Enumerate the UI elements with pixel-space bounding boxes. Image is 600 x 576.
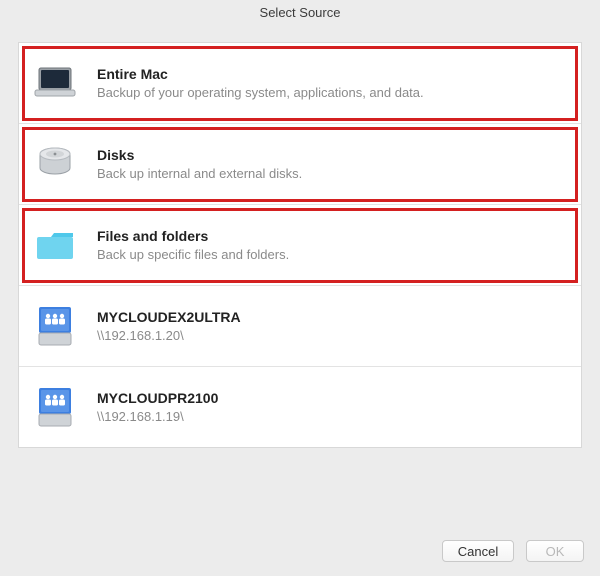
source-option-files-folders[interactable]: Files and folders Back up specific files … [19, 205, 581, 286]
source-option-subtitle: \\192.168.1.19\ [97, 409, 567, 424]
source-option-text: Files and folders Back up specific files … [97, 228, 567, 262]
cancel-button[interactable]: Cancel [442, 540, 514, 562]
source-option-title: MYCLOUDPR2100 [97, 390, 567, 406]
source-option-subtitle: Backup of your operating system, applica… [97, 85, 567, 100]
source-option-entire-mac[interactable]: Entire Mac Backup of your operating syste… [19, 43, 581, 124]
source-option-share-mycloudex2ultra[interactable]: MYCLOUDEX2ULTRA \\192.168.1.20\ [19, 286, 581, 367]
source-option-title: Files and folders [97, 228, 567, 244]
dialog-footer: Cancel OK [442, 540, 584, 562]
harddrive-icon [33, 142, 77, 186]
source-option-text: MYCLOUDPR2100 \\192.168.1.19\ [97, 390, 567, 424]
source-option-text: Entire Mac Backup of your operating syste… [97, 66, 567, 100]
source-option-text: Disks Back up internal and external disks… [97, 147, 567, 181]
source-option-share-mycloudpr2100[interactable]: MYCLOUDPR2100 \\192.168.1.19\ [19, 367, 581, 447]
folder-icon [33, 223, 77, 267]
network-share-icon [33, 304, 77, 348]
source-option-disks[interactable]: Disks Back up internal and external disks… [19, 124, 581, 205]
source-option-text: MYCLOUDEX2ULTRA \\192.168.1.20\ [97, 309, 567, 343]
source-list: Entire Mac Backup of your operating syste… [18, 42, 582, 448]
macbook-icon [33, 61, 77, 105]
window-title: Select Source [0, 0, 600, 26]
source-option-title: MYCLOUDEX2ULTRA [97, 309, 567, 325]
ok-button[interactable]: OK [526, 540, 584, 562]
source-option-title: Disks [97, 147, 567, 163]
source-option-subtitle: \\192.168.1.20\ [97, 328, 567, 343]
source-option-title: Entire Mac [97, 66, 567, 82]
source-option-subtitle: Back up specific files and folders. [97, 247, 567, 262]
source-option-subtitle: Back up internal and external disks. [97, 166, 567, 181]
network-share-icon [33, 385, 77, 429]
